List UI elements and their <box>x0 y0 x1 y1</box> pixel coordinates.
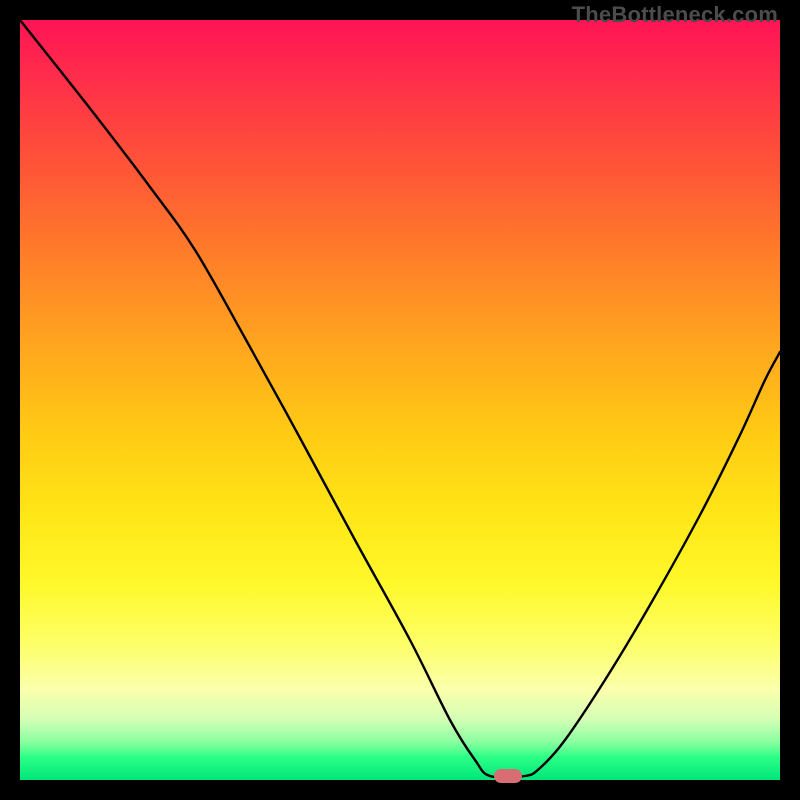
outer-frame: TheBottleneck.com <box>0 0 800 800</box>
watermark-text: TheBottleneck.com <box>572 4 778 26</box>
optimal-point-marker <box>494 769 522 783</box>
chart-line-layer <box>20 20 780 780</box>
bottleneck-curve <box>20 20 780 778</box>
